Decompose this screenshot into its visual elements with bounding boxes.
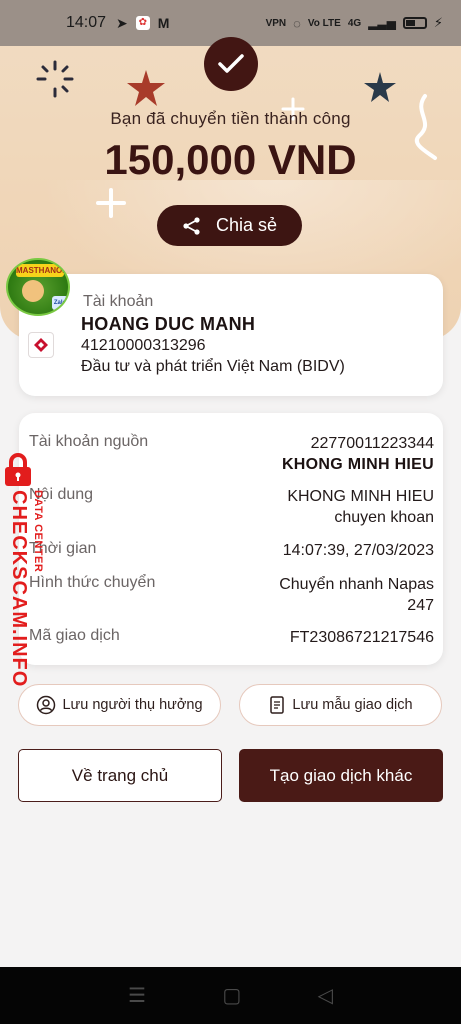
charging-icon: ⚡ [433, 15, 443, 30]
detail-method-row: Hình thức chuyển Chuyển nhanh Napas 247 [29, 574, 434, 616]
lock-icon [5, 453, 31, 486]
detail-content-row: Nội dung KHONG MINH HIEU chuyen khoan [29, 486, 434, 528]
avatar-badge: Zalo [52, 296, 68, 310]
detail-txn-value: FT23086721217546 [289, 629, 434, 646]
detail-source-row: Tài khoản nguồn 22770011223344 KHONG MIN… [29, 433, 434, 475]
bidv-logo-icon [28, 332, 54, 358]
detail-content-line2: chuyen khoan [334, 509, 434, 526]
detail-method-line2: 247 [407, 597, 434, 614]
detail-method-line1: Chuyển nhanh Napas [279, 576, 434, 593]
save-beneficiary-button[interactable]: Lưu người thụ hưởng [18, 684, 221, 726]
document-icon [270, 696, 285, 714]
detail-time-row: Thời gian 14:07:39, 27/03/2023 [29, 540, 434, 562]
status-time: 14:07 [66, 14, 107, 31]
detail-source-name: KHONG MINH HIEU [281, 456, 434, 473]
volte-label: Vo LTE [307, 17, 341, 29]
detail-content-line1: KHONG MINH HIEU [287, 488, 434, 505]
share-label: Chia sẻ [215, 215, 278, 235]
star-red-decoration [127, 70, 165, 106]
save-template-button[interactable]: Lưu mẫu giao dịch [239, 684, 442, 726]
user-circle-icon [37, 695, 56, 715]
avatar-face [22, 280, 44, 302]
telegram-icon: ➤ [116, 14, 128, 31]
menu-icon[interactable]: ☰ [128, 983, 146, 1008]
network-label: 4G [347, 17, 362, 29]
battery-icon [402, 17, 427, 29]
save-template-label: Lưu mẫu giao dịch [292, 697, 413, 713]
detail-method-label: Hình thức chuyển [29, 574, 156, 591]
share-icon [183, 216, 200, 235]
transaction-details-card: Tài khoản nguồn 22770011223344 KHONG MIN… [19, 413, 443, 665]
home-square-icon[interactable]: ▢ [222, 983, 241, 1008]
plus-decoration [96, 188, 126, 218]
sparkle-decoration [36, 60, 74, 98]
shield-icon: ◌ [293, 15, 301, 31]
system-nav-bar: ☰ ▢ ◁ [0, 967, 461, 1024]
recipient-card: Tài khoản HOANG DUC MANH 41210000313296 … [19, 274, 443, 396]
avatar-banner: MASTHANOD [16, 264, 68, 277]
home-button[interactable]: Về trang chủ [18, 749, 222, 802]
detail-txn-row: Mã giao dịch FT23086721217546 [29, 627, 434, 649]
star-dark-decoration [364, 72, 396, 102]
recipient-label: Tài khoản [83, 293, 154, 310]
detail-source-label: Tài khoản nguồn [29, 433, 149, 450]
detail-txn-label: Mã giao dịch [29, 627, 120, 644]
vpn-label: VPN [265, 17, 287, 29]
detail-time-value: 14:07:39, 27/03/2023 [282, 542, 434, 559]
back-icon[interactable]: ◁ [317, 983, 332, 1008]
recipient-name: HOANG DUC MANH [81, 314, 256, 334]
share-button[interactable]: Chia sẻ [157, 205, 302, 246]
photos-icon: ✿ [135, 16, 150, 30]
avatar: MASTHANOD Zalo [6, 258, 70, 316]
transfer-amount: 150,000 VND [104, 136, 357, 183]
recipient-bank: Đầu tư và phát triển Việt Nam (BIDV) [81, 358, 345, 375]
watermark-sub: DATA CENTER [32, 490, 44, 573]
detail-source-account: 22770011223344 [310, 435, 434, 452]
gmail-icon: M [157, 15, 170, 31]
signal-icon: ▂▃▅ [368, 16, 396, 30]
success-check-icon [204, 37, 258, 91]
save-beneficiary-label: Lưu người thụ hưởng [62, 697, 203, 713]
success-message: Bạn đã chuyển tiền thành công [110, 109, 351, 128]
recipient-account-number: 41210000313296 [81, 337, 206, 354]
new-transaction-button[interactable]: Tạo giao dịch khác [239, 749, 443, 802]
